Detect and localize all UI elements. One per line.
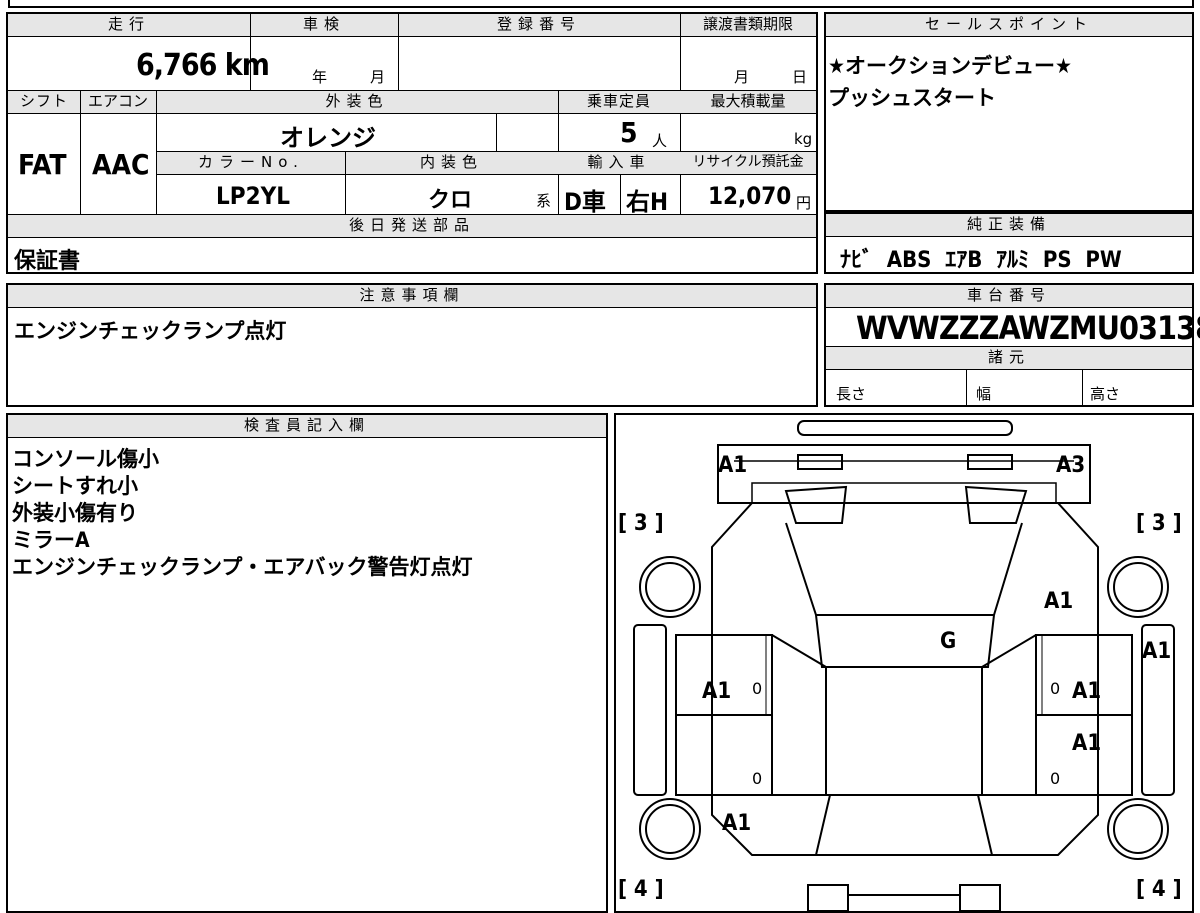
import-type-value: D車 [564, 188, 606, 216]
sales-point-1: ★オークションデビュー★ [828, 54, 1072, 78]
label-color-no: カラーNo. [157, 152, 345, 174]
car-diagram [633, 420, 1175, 911]
interior-color-value: クロ [428, 188, 473, 213]
label-exterior-color: 外装色 [156, 91, 558, 113]
top-strip [8, 0, 1194, 8]
yen-unit: 円 [796, 194, 812, 212]
capacity-unit: 人 [652, 132, 668, 150]
mark-windshield: G [940, 629, 957, 654]
inspection-year-unit: 年 [312, 68, 328, 86]
inspector-note-5: エンジンチェックランプ・エアバック警告灯点灯 [12, 555, 473, 579]
mileage-value: 6,766 km [136, 48, 270, 83]
mark-door-right-front: A1 [1072, 679, 1102, 704]
equipment-box: 純正装備 ﾅﾋﾞ ABS ｴｱB ｱﾙﾐ PS PW [824, 212, 1194, 274]
label-inspection: 車検 [250, 14, 398, 36]
label-later-parts: 後日発送部品 [8, 215, 816, 237]
mark-bracket-right-bottom: [ 4 ] [1136, 877, 1182, 902]
inspector-note-3: 外装小傷有り [12, 501, 138, 525]
label-specs: 諸元 [826, 347, 1192, 369]
color-no-value: LP2YL [216, 182, 290, 210]
inspector-box: 検査員記入欄 コンソール傷小 シートすれ小 外装小傷有り ミラーA エンジンチェ… [6, 413, 608, 913]
shift-value: FAT [18, 148, 67, 181]
deadline-day-unit: 日 [792, 68, 808, 86]
mark-front-left: A1 [718, 453, 748, 478]
mark-bracket-right-top: [ 3 ] [1136, 511, 1182, 536]
recycle-fee-value: 12,070 [708, 182, 792, 210]
inspector-note-4: ミラーA [12, 528, 90, 552]
deadline-month-unit: 月 [734, 68, 750, 86]
chassis-box: 車台番号 WVWZZZAWZMU031387 諸元 長さ 幅 高さ [824, 283, 1200, 407]
mark-door-right-rear: A1 [1072, 731, 1102, 756]
mark-bracket-left-top: [ 3 ] [618, 511, 664, 536]
mark-rear-left: A1 [722, 811, 752, 836]
series-unit: 系 [536, 192, 552, 210]
label-recycle: リサイクル預託金 [680, 152, 816, 174]
mark-zero-2: 0 [1050, 679, 1061, 698]
label-interior-color: 内装色 [345, 152, 558, 174]
label-genuine-equipment: 純正装備 [826, 214, 1192, 236]
steering-value: 右H [626, 188, 669, 216]
label-aircon: エアコン [80, 91, 156, 113]
vehicle-info-table: 走行 車検 登録番号 譲渡書類期限 6,766 km 年 月 月 日 シフト エ… [6, 12, 818, 274]
label-registration: 登録番号 [398, 14, 680, 36]
label-max-load: 最大積載量 [680, 91, 816, 113]
capacity-value: 5 [620, 116, 638, 149]
sales-point-2: プッシュスタート [828, 86, 996, 110]
mark-fender-right: A1 [1044, 589, 1074, 614]
spec-height: 高さ [1090, 385, 1121, 403]
spec-length: 長さ [836, 385, 867, 403]
exterior-color-value: オレンジ [280, 124, 376, 152]
mark-zero-3: 0 [752, 769, 763, 788]
inspector-note-2: シートすれ小 [12, 474, 138, 498]
car-diagram-box: A1 A3 [ 3 ] [ 3 ] A1 G A1 A1 A1 A1 A1 [ … [614, 413, 1194, 913]
later-parts-value: 保証書 [14, 249, 81, 274]
mark-zero-4: 0 [1050, 769, 1061, 788]
label-sales-point: セールスポイント [826, 14, 1192, 36]
notes-value: エンジンチェックランプ点灯 [14, 319, 287, 343]
inspector-note-1: コンソール傷小 [12, 447, 159, 471]
chassis-no-value: WVWZZZAWZMU031387 [856, 309, 1200, 347]
label-inspector: 検査員記入欄 [8, 415, 606, 437]
label-import: 輸入車 [558, 152, 680, 174]
mark-front-right: A3 [1056, 453, 1086, 478]
notes-box: 注意事項欄 エンジンチェックランプ点灯 [6, 283, 818, 407]
inspection-month-unit: 月 [370, 68, 386, 86]
mark-right-outer: A1 [1142, 639, 1172, 664]
spec-width: 幅 [976, 385, 992, 403]
mark-bracket-left-bottom: [ 4 ] [618, 877, 664, 902]
label-notes: 注意事項欄 [8, 285, 816, 307]
max-load-unit: kg [794, 130, 813, 148]
label-chassis-no: 車台番号 [826, 285, 1192, 307]
label-capacity: 乗車定員 [558, 91, 680, 113]
label-shift: シフト [8, 91, 80, 113]
mark-zero-1: 0 [752, 679, 763, 698]
mark-door-left-front: A1 [702, 679, 732, 704]
equipment-value: ﾅﾋﾞ ABS ｴｱB ｱﾙﾐ PS PW [840, 248, 1122, 273]
aircon-value: AAC [92, 148, 150, 181]
label-mileage: 走行 [8, 14, 250, 36]
label-transfer-deadline: 譲渡書類期限 [680, 14, 816, 36]
sales-point-box: セールスポイント ★オークションデビュー★ プッシュスタート [824, 12, 1194, 212]
